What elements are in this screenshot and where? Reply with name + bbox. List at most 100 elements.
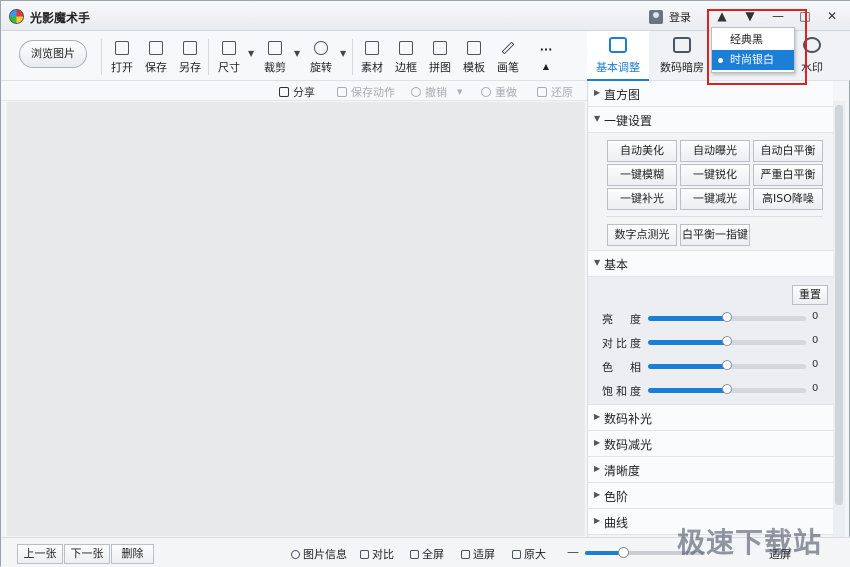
- compare-button[interactable]: 对比: [360, 546, 394, 562]
- tab-basic-adjust[interactable]: 基本调整: [587, 31, 649, 81]
- tab-label: 数码暗房: [660, 61, 704, 74]
- section-clarity[interactable]: ▶ 清晰度: [588, 457, 833, 483]
- one-key-reduce-light-button[interactable]: 一键减光: [680, 188, 750, 210]
- hue-slider[interactable]: [648, 360, 806, 370]
- app-title: 光影魔术手: [30, 11, 91, 25]
- rotate-dropdown-icon[interactable]: ▼: [340, 49, 346, 58]
- tool-save-as[interactable]: 另存: [173, 39, 207, 77]
- section-title: 曲线: [604, 516, 629, 530]
- slider-value: 0: [812, 383, 819, 394]
- share-icon: [279, 87, 289, 97]
- tool-material[interactable]: 素材: [355, 39, 389, 77]
- white-balance-picker-button[interactable]: 白平衡一指键: [680, 224, 750, 246]
- tool-crop[interactable]: 裁剪: [258, 39, 292, 77]
- adjust-icon: [609, 37, 627, 53]
- undo-icon: [411, 87, 421, 97]
- spot-metering-button[interactable]: 数字点测光: [607, 224, 677, 246]
- image-canvas[interactable]: [7, 102, 585, 536]
- slider-knob[interactable]: [722, 384, 732, 394]
- fullscreen-button[interactable]: 全屏: [410, 546, 444, 562]
- tab-digital-darkroom[interactable]: 数码暗房: [651, 31, 713, 81]
- darkroom-icon: [673, 37, 691, 53]
- tool-brush[interactable]: 画笔: [491, 39, 525, 77]
- reset-button[interactable]: 重置: [792, 285, 828, 305]
- slider-fill: [648, 364, 727, 369]
- one-key-sharpen-button[interactable]: 一键锐化: [680, 164, 750, 186]
- section-digital-fill-light[interactable]: ▶ 数码补光: [588, 405, 833, 431]
- browse-images-button[interactable]: 浏览图片: [19, 40, 87, 68]
- toolbar-divider: [208, 39, 209, 75]
- crop-dropdown-icon[interactable]: ▼: [294, 49, 300, 58]
- auto-exposure-button[interactable]: 自动曝光: [680, 140, 750, 162]
- slider-label: 色 相: [602, 361, 644, 374]
- prev-image-button[interactable]: 上一张: [17, 544, 63, 564]
- auto-enhance-button[interactable]: 自动美化: [607, 140, 677, 162]
- tool-template[interactable]: 模板: [457, 39, 491, 77]
- collapse-arrow-icon: ▼: [594, 114, 601, 123]
- expand-arrow-icon: ▶: [594, 412, 601, 421]
- login-button[interactable]: 登录: [649, 9, 691, 25]
- tool-border[interactable]: 边框: [389, 39, 423, 77]
- section-title: 直方图: [604, 88, 641, 102]
- fit-screen-button[interactable]: 适屏: [461, 546, 495, 562]
- expand-arrow-icon: ▶: [594, 516, 601, 525]
- severe-white-balance-button[interactable]: 严重白平衡: [753, 164, 823, 186]
- tool-label: 打开: [111, 61, 133, 74]
- divider: [607, 216, 823, 217]
- redo-button[interactable]: 重做: [481, 84, 517, 100]
- image-info-button[interactable]: 图片信息: [291, 546, 347, 562]
- contrast-slider[interactable]: [648, 336, 806, 346]
- zoom-out-icon[interactable]: —: [567, 545, 579, 559]
- one-key-blur-button[interactable]: 一键模糊: [607, 164, 677, 186]
- resize-dropdown-icon[interactable]: ▼: [248, 49, 254, 58]
- undo-dropdown-icon[interactable]: ▼: [457, 88, 462, 96]
- brightness-slider[interactable]: [648, 312, 806, 322]
- one-key-fill-light-button[interactable]: 一键补光: [607, 188, 677, 210]
- panel-scrollbar[interactable]: [833, 101, 845, 537]
- section-digital-reduce-light[interactable]: ▶ 数码减光: [588, 431, 833, 457]
- scrollbar-thumb[interactable]: [835, 105, 843, 505]
- skin-menu-item-classic-black[interactable]: 经典黑: [712, 30, 794, 50]
- slider-label: 亮 度: [602, 313, 644, 326]
- original-size-button[interactable]: 原大: [512, 546, 546, 562]
- tool-open[interactable]: 打开: [105, 39, 139, 77]
- border-icon: [399, 41, 413, 55]
- skin-menu-item-silver-white[interactable]: 时尚银白: [712, 50, 794, 70]
- tool-save[interactable]: 保存: [139, 39, 173, 77]
- tool-rotate[interactable]: 旋转: [304, 39, 338, 77]
- close-button[interactable]: ✕: [823, 7, 841, 25]
- basic-adjustments: 重置 亮 度 0 对比度 0 色 相 0 饱和度 0: [588, 277, 833, 405]
- rotate-icon: [314, 41, 328, 55]
- restore-label: 还原: [551, 86, 573, 99]
- expand-arrow-icon: ▶: [594, 88, 601, 97]
- tool-label: 保存: [145, 61, 167, 74]
- hue-slider-row: 色 相 0: [588, 357, 833, 375]
- share-button[interactable]: 分享: [279, 84, 315, 100]
- restore-button[interactable]: 还原: [537, 84, 573, 100]
- slider-knob[interactable]: [722, 312, 732, 322]
- compare-icon: [360, 549, 369, 559]
- section-title: 色阶: [604, 490, 629, 504]
- high-iso-denoise-button[interactable]: 高ISO降噪: [753, 188, 823, 210]
- section-basic[interactable]: ▼ 基本: [588, 251, 833, 277]
- tool-collage[interactable]: 拼图: [423, 39, 457, 77]
- saturation-slider[interactable]: [648, 384, 806, 394]
- next-image-button[interactable]: 下一张: [64, 544, 110, 564]
- delete-button[interactable]: 删除: [111, 544, 154, 564]
- tool-label: 尺寸: [218, 61, 240, 74]
- auto-white-balance-button[interactable]: 自动白平衡: [753, 140, 823, 162]
- section-levels[interactable]: ▶ 色阶: [588, 483, 833, 509]
- undo-button[interactable]: 撤销 ▼: [411, 84, 462, 100]
- slider-knob[interactable]: [722, 336, 732, 346]
- slider-fill: [648, 388, 727, 393]
- tool-label: 边框: [395, 61, 417, 74]
- save-action-label: 保存动作: [351, 86, 395, 99]
- tool-label: 模板: [463, 61, 485, 74]
- save-action-button[interactable]: 保存动作: [337, 84, 395, 100]
- zoom-knob[interactable]: [618, 547, 630, 558]
- tool-resize[interactable]: 尺寸: [212, 39, 246, 77]
- slider-knob[interactable]: [722, 360, 732, 370]
- tool-more[interactable]: ··· ▲: [529, 39, 563, 77]
- tool-label: 旋转: [310, 61, 332, 74]
- section-onekey[interactable]: ▼ 一键设置: [588, 107, 833, 133]
